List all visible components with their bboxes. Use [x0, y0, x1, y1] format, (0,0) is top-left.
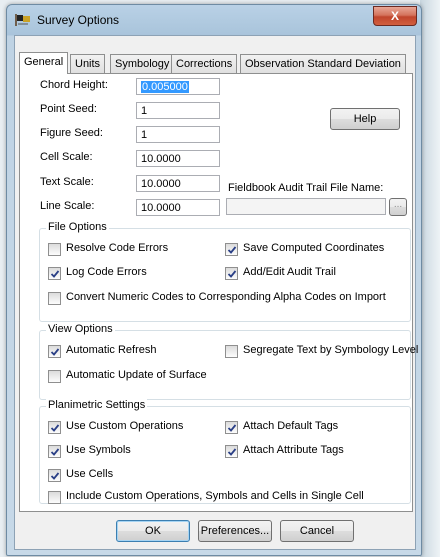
- title-bar[interactable]: Survey Options X: [7, 5, 421, 35]
- checkmark-icon: [48, 345, 61, 358]
- tab-corrections[interactable]: Corrections: [171, 54, 238, 73]
- point-seed-label: Point Seed:: [40, 103, 97, 115]
- general-tab-panel: Chord Height: 0.005000 Point Seed: 1 Fig…: [19, 73, 418, 512]
- chord-height-label: Chord Height:: [40, 79, 108, 91]
- file-options-title: File Options: [46, 221, 109, 233]
- cancel-button[interactable]: Cancel: [280, 520, 354, 542]
- checkbox-box: [225, 345, 238, 358]
- fieldbook-field[interactable]: [226, 198, 386, 215]
- checkmark-icon: [48, 421, 61, 434]
- cell-scale-label: Cell Scale:: [40, 151, 93, 163]
- figure-seed-field[interactable]: 1: [136, 126, 220, 143]
- browse-button[interactable]: ...: [389, 198, 407, 216]
- fieldbook-label: Fieldbook Audit Trail File Name:: [228, 182, 384, 194]
- point-seed-field[interactable]: 1: [136, 102, 220, 119]
- checkmark-icon: [48, 267, 61, 280]
- planimetric-settings-title: Planimetric Settings: [46, 399, 148, 411]
- cell-scale-field[interactable]: 10.0000: [136, 150, 220, 167]
- checkbox-box: [48, 292, 61, 305]
- tab-symbology[interactable]: Symbology: [110, 54, 175, 73]
- view-options-title: View Options: [46, 323, 115, 335]
- ok-button[interactable]: OK: [116, 520, 190, 542]
- survey-options-dialog: Survey Options X General Units Symbology…: [6, 4, 422, 556]
- window-title: Survey Options: [37, 13, 120, 27]
- checkmark-icon: [48, 469, 61, 482]
- tab-units[interactable]: Units: [70, 54, 106, 73]
- planimetric-settings-group: Planimetric Settings Use Custom Operatio…: [39, 399, 411, 504]
- checkmark-icon: [225, 445, 238, 458]
- checkmark-icon: [225, 243, 238, 256]
- line-scale-field[interactable]: 10.0000: [136, 199, 220, 216]
- checkmark-icon: [225, 421, 238, 434]
- help-button[interactable]: Help: [330, 108, 400, 130]
- tab-general[interactable]: General: [19, 52, 69, 74]
- chord-height-field[interactable]: 0.005000: [136, 78, 220, 95]
- text-scale-field[interactable]: 10.0000: [136, 175, 220, 192]
- checkbox-box: [48, 243, 61, 256]
- figure-seed-label: Figure Seed:: [40, 127, 103, 139]
- checkmark-icon: [48, 445, 61, 458]
- close-icon: X: [390, 9, 399, 23]
- checkbox-box: [48, 370, 61, 383]
- line-scale-label: Line Scale:: [40, 200, 95, 212]
- tab-observation-standard-deviation[interactable]: Observation Standard Deviation: [240, 54, 406, 73]
- close-button[interactable]: X: [373, 6, 417, 26]
- preferences-button[interactable]: Preferences...: [198, 520, 272, 542]
- view-options-group: View Options Automatic Refresh Segregate…: [39, 323, 418, 400]
- desktop-background: [420, 0, 440, 557]
- survey-flag-icon: [15, 13, 31, 27]
- checkmark-icon: [225, 267, 238, 280]
- dialog-client-area: General Units Symbology Corrections Obse…: [14, 35, 418, 550]
- text-scale-label: Text Scale:: [40, 176, 94, 188]
- checkbox-box: [48, 491, 61, 504]
- file-options-group: File Options Resolve Code Errors Save Co…: [39, 221, 411, 322]
